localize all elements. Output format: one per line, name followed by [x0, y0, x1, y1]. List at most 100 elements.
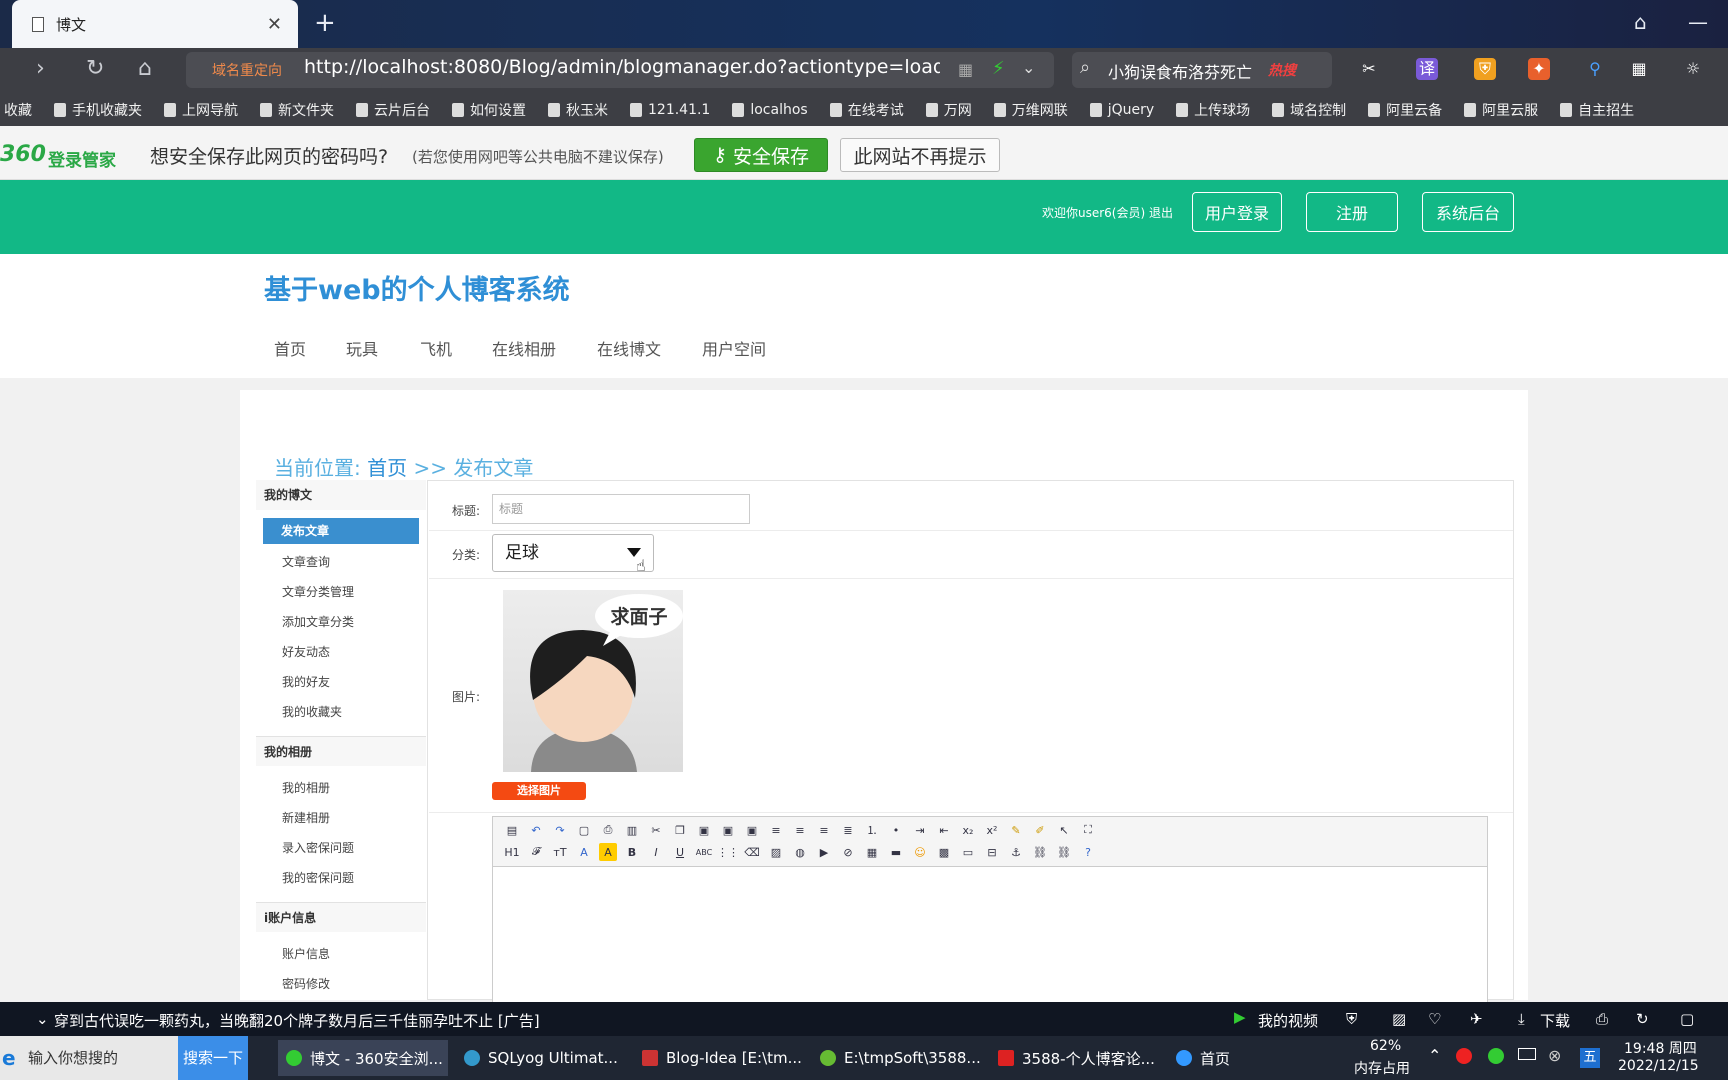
apps-grid-icon[interactable]: ▦ [1628, 58, 1650, 80]
nav-blogs[interactable]: 在线博文 [597, 336, 661, 360]
forward-icon[interactable]: › [36, 56, 45, 81]
underline-icon[interactable]: U [671, 843, 689, 861]
sidebar-item-search-posts[interactable]: 文章查询 [282, 553, 330, 570]
360-tray-icon[interactable] [1488, 1048, 1504, 1064]
unlink-icon[interactable]: ⛓ [1055, 843, 1073, 861]
bookmark-item[interactable]: 收藏 [4, 100, 32, 120]
taskbar-search-input[interactable]: 输入你想搜的 [0, 1036, 178, 1080]
register-button[interactable]: 注册 [1306, 192, 1398, 232]
print-icon[interactable]: ⎙ [599, 821, 617, 839]
code-icon[interactable]: ▭ [959, 843, 977, 861]
bookmark-item[interactable]: 阿里云服 [1464, 100, 1538, 120]
url-text[interactable]: http://localhost:8080/Blog/admin/blogman… [304, 56, 940, 78]
bookmark-item[interactable]: 万维网联 [993, 100, 1068, 120]
taskbar-app-home[interactable]: 首页 [1168, 1040, 1278, 1076]
flash-icon[interactable]: ◍ [791, 843, 809, 861]
heart-icon[interactable]: ♡ [1428, 1010, 1441, 1028]
image-insert-icon[interactable]: ▨ [767, 843, 785, 861]
nav-toys[interactable]: 玩具 [346, 336, 378, 360]
reload-icon[interactable]: ↻ [86, 56, 104, 81]
help-icon[interactable]: ? [1079, 843, 1097, 861]
speed-icon[interactable]: ⚡ [992, 58, 1005, 79]
nav-albums[interactable]: 在线相册 [492, 336, 556, 360]
align-left-icon[interactable]: ≡ [767, 821, 785, 839]
align-right-icon[interactable]: ≡ [815, 821, 833, 839]
media-icon[interactable]: ▶ [815, 843, 833, 861]
sidebar-item-favorites[interactable]: 我的收藏夹 [282, 703, 342, 720]
qr-icon[interactable]: ▦ [958, 60, 973, 79]
login-button[interactable]: 用户登录 [1192, 192, 1282, 232]
sidebar-item-new-album[interactable]: 新建相册 [282, 809, 330, 826]
heading-icon[interactable]: H1 [503, 843, 521, 861]
dropdown-icon[interactable]: ⌄ [1022, 58, 1035, 77]
bookmark-item[interactable]: 上传球场 [1176, 100, 1250, 120]
link-icon[interactable]: ⛓ [1031, 843, 1049, 861]
bookmark-item[interactable]: 如何设置 [452, 100, 526, 120]
subscript-icon[interactable]: x₂ [959, 821, 977, 839]
hr-icon[interactable]: ▬ [887, 843, 905, 861]
fullscreen-icon[interactable]: ⛶ [1079, 821, 1097, 839]
close-tab-icon[interactable]: ✕ [267, 14, 282, 35]
taskbar-app-idea[interactable]: Blog-Idea [E:\tm... [634, 1040, 804, 1076]
category-select[interactable]: 足球 [492, 534, 654, 572]
template-icon[interactable]: ▥ [623, 821, 641, 839]
taskbar-app-browser[interactable]: 博文 - 360安全浏... [278, 1040, 448, 1076]
new-tab-icon[interactable]: + [314, 10, 336, 36]
pagebreak-icon[interactable]: ⊟ [983, 843, 1001, 861]
nav-home[interactable]: 首页 [274, 336, 306, 360]
chevron-down-icon[interactable]: ⌄ [36, 1010, 49, 1028]
bookmark-item[interactable]: jQuery [1089, 102, 1154, 118]
sidebar-item-category-manage[interactable]: 文章分类管理 [282, 583, 354, 600]
browser-tab[interactable]: 博文 ✕ [12, 0, 298, 48]
select-all-icon[interactable]: ✐ [1031, 821, 1049, 839]
cut-icon[interactable]: ✂ [647, 821, 665, 839]
unordered-list-icon[interactable]: • [887, 821, 905, 839]
sidebar-item-friend-feed[interactable]: 好友动态 [282, 643, 330, 660]
sidebar-item-publish[interactable]: 发布文章 [263, 518, 419, 544]
home-icon[interactable]: ⌂ [138, 56, 152, 81]
record-icon[interactable] [1456, 1048, 1472, 1064]
bookmark-item[interactable]: 新文件夹 [260, 100, 334, 120]
download-icon[interactable]: ⤓ [1518, 1010, 1525, 1028]
battery-icon[interactable] [1518, 1048, 1536, 1060]
sidebar-item-my-album[interactable]: 我的相册 [282, 779, 330, 796]
bookmark-item[interactable]: 云片后台 [356, 100, 430, 120]
map-icon[interactable]: ▩ [935, 843, 953, 861]
never-remind-button[interactable]: 此网站不再提示 [840, 138, 1000, 172]
redirect-label[interactable]: 域名重定向 [212, 60, 282, 80]
welcome-text[interactable]: 欢迎你user6(会员) 退出 [1042, 204, 1173, 221]
ordered-list-icon[interactable]: ⒈ [863, 821, 881, 839]
bookmark-item[interactable]: 秋玉米 [548, 100, 608, 120]
scissors-icon[interactable]: ✂ [1358, 58, 1380, 80]
nav-user-space[interactable]: 用户空间 [702, 336, 766, 360]
safe-save-button[interactable]: ⚷ 安全保存 [694, 138, 828, 172]
align-center-icon[interactable]: ≡ [791, 821, 809, 839]
bookmark-item[interactable]: 阿里云备 [1368, 100, 1442, 120]
attachment-icon[interactable]: ⊘ [839, 843, 857, 861]
highlight-icon[interactable]: A [599, 843, 617, 861]
superscript-icon[interactable]: x² [983, 821, 1001, 839]
paste-text-icon[interactable]: ▣ [719, 821, 737, 839]
strikethrough-icon[interactable]: ABC [695, 843, 713, 861]
preview-icon[interactable]: ▢ [575, 821, 593, 839]
mute-icon[interactable]: ⊗ [1548, 1046, 1561, 1065]
choose-image-button[interactable]: 选择图片 [492, 782, 586, 800]
download-link[interactable]: 下载 [1540, 1010, 1570, 1031]
shield-icon[interactable]: ⛨ [1474, 58, 1496, 80]
bookmark-item[interactable]: 域名控制 [1272, 100, 1346, 120]
bookmark-item[interactable]: 上网导航 [164, 100, 238, 120]
table-icon[interactable]: ▦ [863, 843, 881, 861]
bookmark-item[interactable]: 自主招生 [1560, 100, 1634, 120]
print-status-icon[interactable]: ⎙ [1596, 1010, 1608, 1028]
bookmark-item[interactable]: 在线考试 [829, 100, 904, 120]
sidebar-item-account-info[interactable]: 账户信息 [282, 945, 330, 962]
taskbar-app-explorer[interactable]: E:\tmpSoft\3588... [812, 1040, 982, 1076]
window-icon[interactable]: ▢ [1680, 1010, 1694, 1028]
font-family-icon[interactable]: 𝓕 [527, 843, 545, 861]
ime-indicator[interactable]: 五 [1580, 1048, 1600, 1068]
taskbar-app-sqlyog[interactable]: SQLyog Ultimat... [456, 1040, 626, 1076]
sidebar-item-friends[interactable]: 我的好友 [282, 673, 330, 690]
bold-icon[interactable]: B [623, 843, 641, 861]
breadcrumb-home[interactable]: 首页 [367, 456, 407, 480]
bookmark-item[interactable]: 万网 [925, 100, 972, 120]
